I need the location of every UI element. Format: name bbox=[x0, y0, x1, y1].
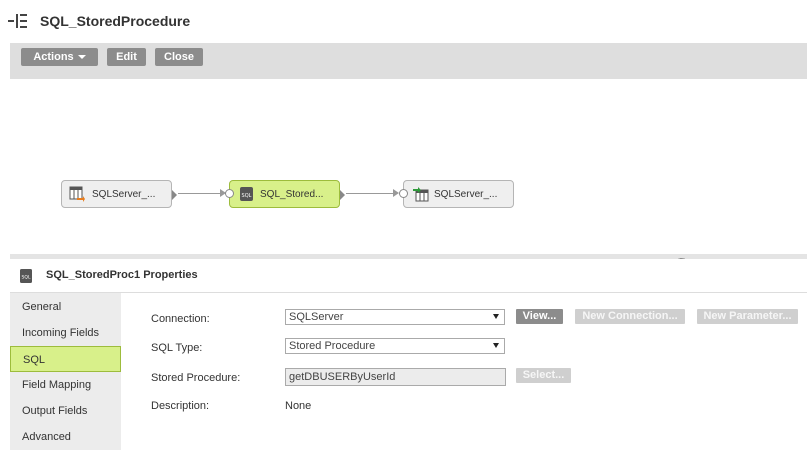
properties-tabs: General Incoming Fields SQL Field Mappin… bbox=[10, 293, 121, 450]
sql-type-label: SQL Type: bbox=[151, 342, 203, 354]
svg-text:SQL: SQL bbox=[22, 275, 31, 281]
node-label: SQLServer_... bbox=[92, 189, 156, 200]
output-port-icon[interactable] bbox=[172, 190, 177, 200]
sql-database-icon: SQL bbox=[20, 269, 32, 283]
connection-value: SQLServer bbox=[289, 311, 344, 323]
tab-output-fields[interactable]: Output Fields bbox=[10, 398, 121, 424]
svg-text:SQL: SQL bbox=[242, 193, 252, 199]
link-line bbox=[178, 193, 223, 194]
edit-button[interactable]: Edit bbox=[107, 48, 146, 66]
source-table-icon bbox=[69, 186, 85, 202]
tab-advanced[interactable]: Advanced bbox=[10, 424, 121, 450]
connection-label: Connection: bbox=[151, 313, 210, 325]
dropdown-arrow-icon bbox=[493, 343, 499, 348]
sql-type-value: Stored Procedure bbox=[289, 340, 376, 352]
title-bar: SQL_StoredProcedure bbox=[0, 0, 807, 42]
connection-select[interactable]: SQLServer bbox=[285, 309, 505, 325]
sql-database-icon: SQL bbox=[240, 187, 253, 201]
link-line bbox=[346, 193, 396, 194]
new-connection-button[interactable]: New Connection... bbox=[575, 309, 685, 324]
dropdown-arrow-icon bbox=[493, 314, 499, 319]
view-connection-button[interactable]: View... bbox=[516, 309, 563, 324]
page-title: SQL_StoredProcedure bbox=[40, 13, 191, 29]
stored-procedure-node[interactable]: SQL SQL_Stored... bbox=[225, 180, 345, 208]
mapping-canvas[interactable]: SQLServer_... SQL SQL_Stored... SQLServe… bbox=[10, 79, 807, 254]
tab-sql[interactable]: SQL bbox=[10, 346, 121, 372]
sql-type-select[interactable]: Stored Procedure bbox=[285, 338, 505, 354]
node-label: SQL_Stored... bbox=[260, 189, 324, 200]
toolbar: Actions Edit Close bbox=[10, 43, 807, 79]
mapping-tree-icon bbox=[8, 14, 27, 28]
source-node[interactable]: SQLServer_... bbox=[61, 180, 177, 208]
properties-title: SQL_StoredProc1 Properties bbox=[46, 269, 198, 281]
actions-button-label: Actions bbox=[33, 51, 74, 63]
select-procedure-button[interactable]: Select... bbox=[516, 368, 571, 383]
new-parameter-button[interactable]: New Parameter... bbox=[697, 309, 798, 324]
tab-general[interactable]: General bbox=[10, 294, 121, 320]
description-label: Description: bbox=[151, 400, 210, 412]
input-port-icon[interactable] bbox=[399, 189, 408, 198]
close-button[interactable]: Close bbox=[155, 48, 203, 66]
input-port-icon[interactable] bbox=[225, 189, 234, 198]
tab-field-mapping[interactable]: Field Mapping bbox=[10, 372, 121, 398]
target-table-icon bbox=[413, 187, 429, 202]
tab-incoming-fields[interactable]: Incoming Fields bbox=[10, 320, 121, 346]
stored-procedure-field[interactable]: getDBUSERByUserId bbox=[285, 368, 506, 386]
actions-button[interactable]: Actions bbox=[21, 48, 98, 66]
output-port-icon[interactable] bbox=[340, 190, 345, 200]
description-value: None bbox=[285, 400, 312, 412]
target-node[interactable]: SQLServer_... bbox=[399, 180, 514, 208]
properties-header: SQL SQL_StoredProc1 Properties bbox=[10, 259, 807, 293]
stored-procedure-label: Stored Procedure: bbox=[151, 372, 241, 384]
node-label: SQLServer_... bbox=[434, 189, 498, 200]
caret-down-icon bbox=[77, 55, 86, 60]
